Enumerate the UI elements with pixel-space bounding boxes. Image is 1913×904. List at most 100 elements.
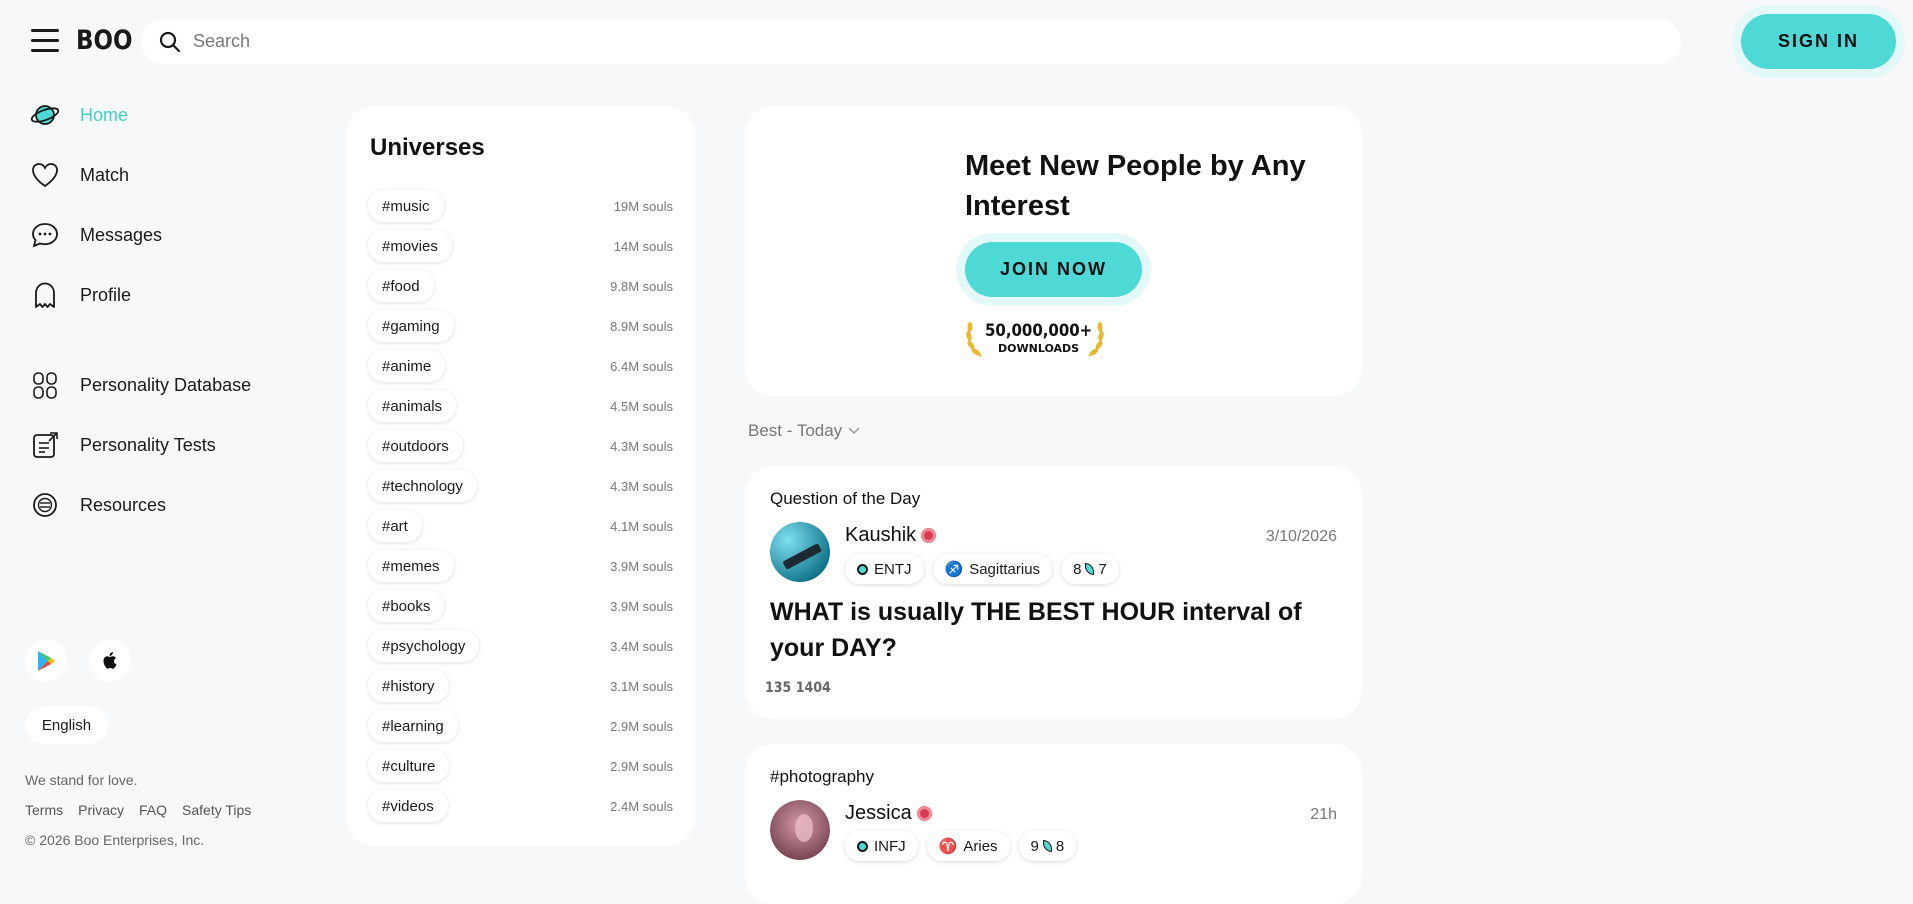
universe-souls: 3.9M souls [610,558,673,574]
universe-row: #anime 6.4M souls [368,350,673,382]
universe-row: #outdoors 4.3M souls [368,430,673,462]
universe-tag[interactable]: #psychology [368,630,480,662]
universes-title: Universes [370,134,485,161]
sign-in-button[interactable]: SIGN IN [1741,14,1896,69]
universe-row: #food 9.8M souls [368,270,673,302]
downloads-label: DOWNLOADS [998,342,1080,355]
sagittarius-icon: ♐ [944,561,964,578]
aries-icon: ♈ [938,838,958,855]
language-selector[interactable]: English [25,706,108,744]
sort-label: Best - Today [748,421,843,440]
universe-souls: 4.5M souls [610,398,673,414]
sidebar-item-label: Messages [80,224,163,245]
universe-tag[interactable]: #history [368,670,449,702]
mbti-pill[interactable]: INFJ [845,831,918,861]
zodiac-label: Sagittarius [969,560,1041,578]
karma-pill[interactable]: 87 [1061,554,1119,584]
sidebar-item-label: Resources [80,494,167,515]
post-author[interactable]: Kaushik [845,524,937,547]
universe-souls: 4.3M souls [610,478,673,494]
universe-tag[interactable]: #outdoors [368,430,463,462]
zodiac-pill[interactable]: ♐ Sagittarius [932,554,1053,584]
author-traits: ENTJ ♐ Sagittarius 87 [845,554,1119,584]
universe-souls: 6.4M souls [610,358,673,374]
sidebar-item-personality-tests[interactable]: Personality Tests [30,425,216,465]
downloads-badge: 50,000,000+ DOWNLOADS [965,314,1105,358]
mbti-dot-icon [857,840,868,852]
sidebar-item-profile[interactable]: Profile [30,275,131,315]
post-header: Question of the Day [770,489,921,508]
universe-tag[interactable]: #animals [368,390,457,422]
universe-row: #animals 4.5M souls [368,390,673,422]
sidebar-item-home[interactable]: Home [30,95,128,135]
privacy-link[interactable]: Privacy [78,802,124,818]
universe-tag[interactable]: #music [368,190,444,222]
universe-tag[interactable]: #culture [368,750,450,782]
post-question[interactable]: WHAT is usually THE BEST HOUR interval o… [770,594,1340,666]
universe-souls: 14M souls [613,238,673,254]
resources-icon [30,490,60,520]
universe-row: #books 3.9M souls [368,590,673,622]
author-traits: INFJ ♈ Aries 98 [845,831,1077,861]
universe-souls: 8.9M souls [610,318,673,334]
sidebar-item-label: Personality Tests [80,434,216,455]
karma-pill[interactable]: 98 [1018,831,1077,861]
universe-souls: 19M souls [613,198,673,214]
sidebar-item-messages[interactable]: Messages [30,215,162,255]
universe-row: #psychology 3.4M souls [368,630,673,662]
boo-logo[interactable]: BOO [76,25,133,56]
post-card[interactable]: #photography Jessica 21h INFJ ♈ Aries 98 [745,744,1362,904]
status-dot-icon [916,806,932,821]
heart-icon [30,160,60,190]
footer-links: Terms Privacy FAQ Safety Tips [25,802,251,818]
universe-tag[interactable]: #learning [368,710,458,742]
universe-souls: 2.9M souls [610,718,673,734]
universe-tag[interactable]: #food [368,270,434,302]
leaf-icon [1042,840,1052,852]
universes-panel: Universes #music 19M souls #movies 14M sou… [346,106,695,846]
feed-sort-dropdown[interactable]: Best - Today [748,421,860,441]
universe-souls: 2.9M souls [610,758,673,774]
avatar[interactable] [770,800,830,860]
universe-souls: 4.1M souls [610,518,673,534]
karma-left: 8 [1073,560,1082,578]
app-store-button[interactable] [89,640,131,682]
mbti-label: INFJ [874,837,906,855]
menu-icon[interactable] [31,29,59,53]
sidebar-item-resources[interactable]: Resources [30,485,166,525]
universe-souls: 3.9M souls [610,598,673,614]
search-bar[interactable] [141,19,1681,64]
terms-link[interactable]: Terms [25,802,63,818]
search-input[interactable] [193,31,1593,52]
karma-left: 9 [1030,837,1039,855]
google-play-icon [38,651,55,671]
post-card[interactable]: Question of the Day Kaushik 3/10/2026 EN… [745,466,1362,719]
mbti-pill[interactable]: ENTJ [845,554,924,584]
universe-souls: 9.8M souls [610,278,673,294]
tagline: We stand for love. [25,772,138,788]
search-icon [159,31,181,52]
sidebar-item-match[interactable]: Match [30,155,129,195]
universe-tag[interactable]: #gaming [368,310,454,342]
avatar[interactable] [770,522,830,582]
post-author[interactable]: Jessica [845,802,932,825]
universe-row: #technology 4.3M souls [368,470,673,502]
join-now-button[interactable]: JOIN NOW [965,242,1142,297]
promo-card: Meet New People by Any Interest JOIN NOW… [745,106,1362,396]
universe-tag[interactable]: #art [368,510,422,542]
faq-link[interactable]: FAQ [139,802,167,818]
universe-tag[interactable]: #movies [368,230,452,262]
safety-tips-link[interactable]: Safety Tips [182,802,251,818]
universe-tag[interactable]: #technology [368,470,477,502]
universe-tag[interactable]: #books [368,590,445,622]
google-play-button[interactable] [25,640,67,682]
universe-tag[interactable]: #videos [368,790,448,822]
author-name: Jessica [845,802,912,824]
sidebar-item-personality-database[interactable]: Personality Database [30,365,251,405]
zodiac-pill[interactable]: ♈ Aries [926,831,1010,861]
universe-tag[interactable]: #memes [368,550,454,582]
mbti-dot-icon [857,563,868,575]
universe-tag[interactable]: #anime [368,350,446,382]
sidebar-item-label: Personality Database [80,374,252,395]
karma-right: 7 [1098,560,1107,578]
